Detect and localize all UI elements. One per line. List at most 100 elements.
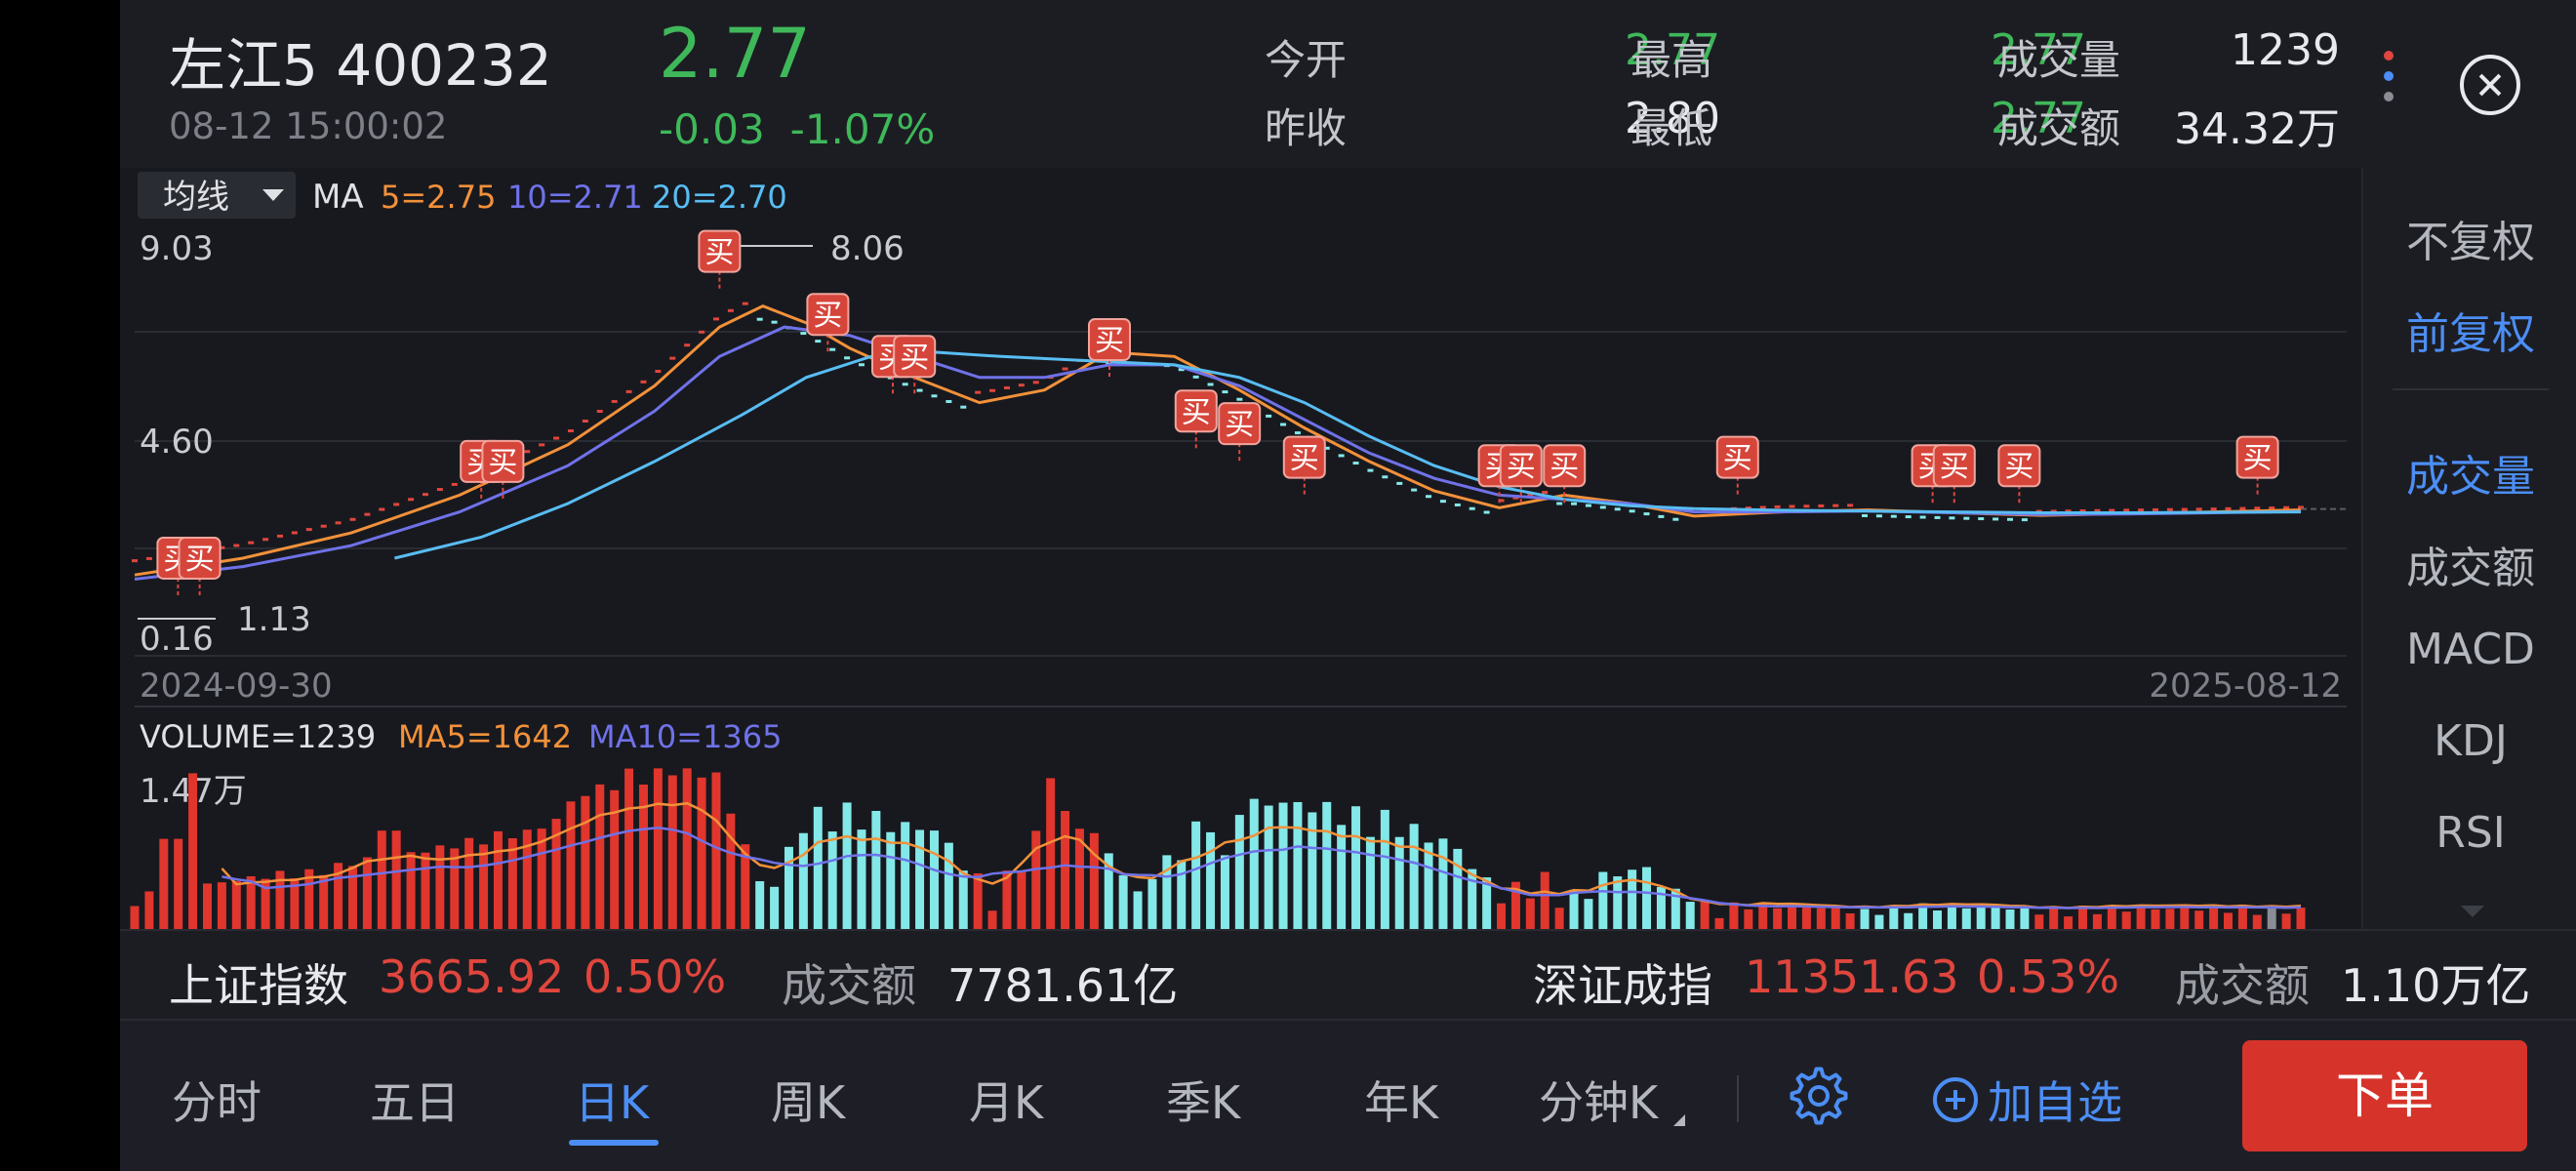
buy-marker[interactable]: 买 (1715, 435, 1759, 497)
price-tick (756, 317, 763, 321)
tab-monthly-k[interactable]: 月K (969, 1068, 1043, 1132)
volume-bar (842, 802, 852, 929)
side-item-no-adjust[interactable]: 不复权 (2363, 207, 2576, 269)
buy-marker[interactable]: 买 (1088, 318, 1131, 380)
price-tick (2138, 508, 2145, 512)
buy-marker[interactable]: 买 (2235, 435, 2279, 497)
price-tick (2225, 506, 2232, 510)
price-tick (1207, 383, 1214, 386)
add-to-watchlist-button[interactable]: 加自选 (1933, 1068, 2122, 1132)
open-label: 今开 (1265, 36, 1348, 84)
side-item-macd[interactable]: MACD (2363, 625, 2576, 674)
more-options-icon[interactable] (2382, 51, 2395, 117)
volume-legend: VOLUME=1239 (140, 718, 376, 755)
volume-bar (1234, 815, 1244, 929)
price-tick (1266, 414, 1272, 418)
volume-bar (2136, 907, 2146, 929)
volume-bar (653, 768, 663, 929)
volume-bar (667, 775, 677, 929)
buy-marker[interactable]: 买 (178, 536, 221, 597)
buy-marker[interactable]: 买 (1997, 444, 2041, 505)
close-icon[interactable] (2460, 55, 2520, 115)
volume-bar (2020, 908, 2030, 929)
tab-quarterly-k[interactable]: 季K (1166, 1068, 1240, 1132)
price-tick (539, 443, 545, 447)
price-tick (975, 390, 982, 394)
price-tick (931, 394, 938, 398)
price-tick (1803, 505, 1810, 508)
side-item-rsi[interactable]: RSI (2363, 808, 2576, 858)
tab-intraday[interactable]: 分时 (172, 1068, 262, 1132)
price-tick (1003, 385, 1010, 389)
ma5-legend: 5=2.75 (381, 179, 496, 216)
sh-turnover-value: 7781.61亿 (947, 959, 1179, 1012)
buy-marker[interactable]: 买 (481, 439, 525, 501)
volume-bar (1409, 824, 1419, 929)
ma-label: MA (312, 178, 364, 217)
volume-bar (231, 880, 241, 929)
price-tick (742, 302, 748, 305)
place-order-button[interactable]: 下单 (2242, 1040, 2527, 1151)
price-tick (1469, 506, 1475, 510)
tab-yearly-k[interactable]: 年K (1364, 1068, 1438, 1132)
price-tick (611, 399, 618, 403)
volume-bar (871, 811, 881, 929)
sz-turnover-value: 1.10万亿 (2341, 959, 2531, 1012)
min-price-label: 1.13 (237, 600, 311, 639)
volume-bar (1845, 913, 1855, 929)
price-tick (2239, 506, 2246, 510)
sz-turnover-label: 成交额 (2175, 959, 2310, 1012)
side-item-volume[interactable]: 成交量 (2363, 441, 2576, 504)
price-tick (1192, 375, 1199, 379)
price-tick (1236, 397, 1243, 401)
volume-bar (726, 813, 736, 929)
add-to-watchlist-label: 加自选 (1988, 1076, 2122, 1129)
kline-chart[interactable]: 均线 MA 5=2.75 10=2.71 20=2.70 9.03 4.60 0… (120, 168, 2361, 929)
price-tick (1672, 517, 1679, 521)
volume-bar (711, 772, 721, 929)
buy-marker[interactable]: 买 (893, 335, 937, 396)
side-item-turnover[interactable]: 成交额 (2363, 533, 2576, 595)
indicator-select-label: 均线 (163, 178, 229, 217)
buy-marker[interactable]: 买 (1282, 435, 1326, 497)
gear-icon[interactable] (1789, 1066, 1849, 1126)
price-tick (1367, 468, 1374, 472)
volume-bar (1816, 908, 1826, 929)
volume-bar (697, 777, 706, 929)
side-item-forward-adjust[interactable]: 前复权 (2363, 299, 2576, 361)
price-tick (1585, 504, 1591, 507)
buy-marker[interactable]: 买 (1932, 444, 1976, 505)
buy-marker-label: 买 (488, 446, 517, 480)
tab-daily-k[interactable]: 日K (575, 1068, 649, 1132)
chevron-down-icon[interactable] (2461, 906, 2484, 917)
price-tick (1643, 512, 1650, 516)
price-tick (655, 370, 662, 374)
price-tick (800, 332, 807, 336)
volume-bar (1773, 908, 1783, 929)
turnover-value: 34.32万 (2174, 104, 2340, 154)
volume-bar (246, 875, 256, 929)
chart-canvas[interactable]: 均线 MA 5=2.75 10=2.71 20=2.70 9.03 4.60 0… (120, 168, 2361, 929)
price-tick (1396, 481, 1403, 485)
sh-index-pct: 0.50% (584, 950, 727, 1003)
volume-value: 1239 (2231, 25, 2340, 75)
low-label: 最低 (1630, 104, 1713, 152)
volume-bar (1147, 878, 1157, 929)
price-tick (2210, 507, 2217, 511)
price-tick (1542, 491, 1549, 495)
price-tick (727, 308, 734, 312)
date-start-label: 2024-09-30 (140, 666, 333, 706)
side-item-kdj[interactable]: KDJ (2363, 716, 2576, 766)
buy-marker[interactable]: 买 (1218, 402, 1262, 464)
tab-five-day[interactable]: 五日 (370, 1068, 460, 1132)
tab-weekly-k[interactable]: 周K (771, 1068, 845, 1132)
volume-bar (2151, 909, 2160, 929)
buy-marker[interactable]: 买 (698, 229, 742, 291)
price-tick (291, 531, 298, 535)
volume-bar (1598, 871, 1608, 929)
volume-bar (958, 870, 968, 929)
price-change: -0.03 -1.07% (659, 105, 935, 153)
index-ticker-bar[interactable]: 上证指数 3665.92 0.50% 成交额 7781.61亿 深证成指 113… (120, 929, 2576, 1019)
volume-bar (464, 837, 474, 929)
tab-minute-k[interactable]: 分钟K (1539, 1068, 1658, 1132)
